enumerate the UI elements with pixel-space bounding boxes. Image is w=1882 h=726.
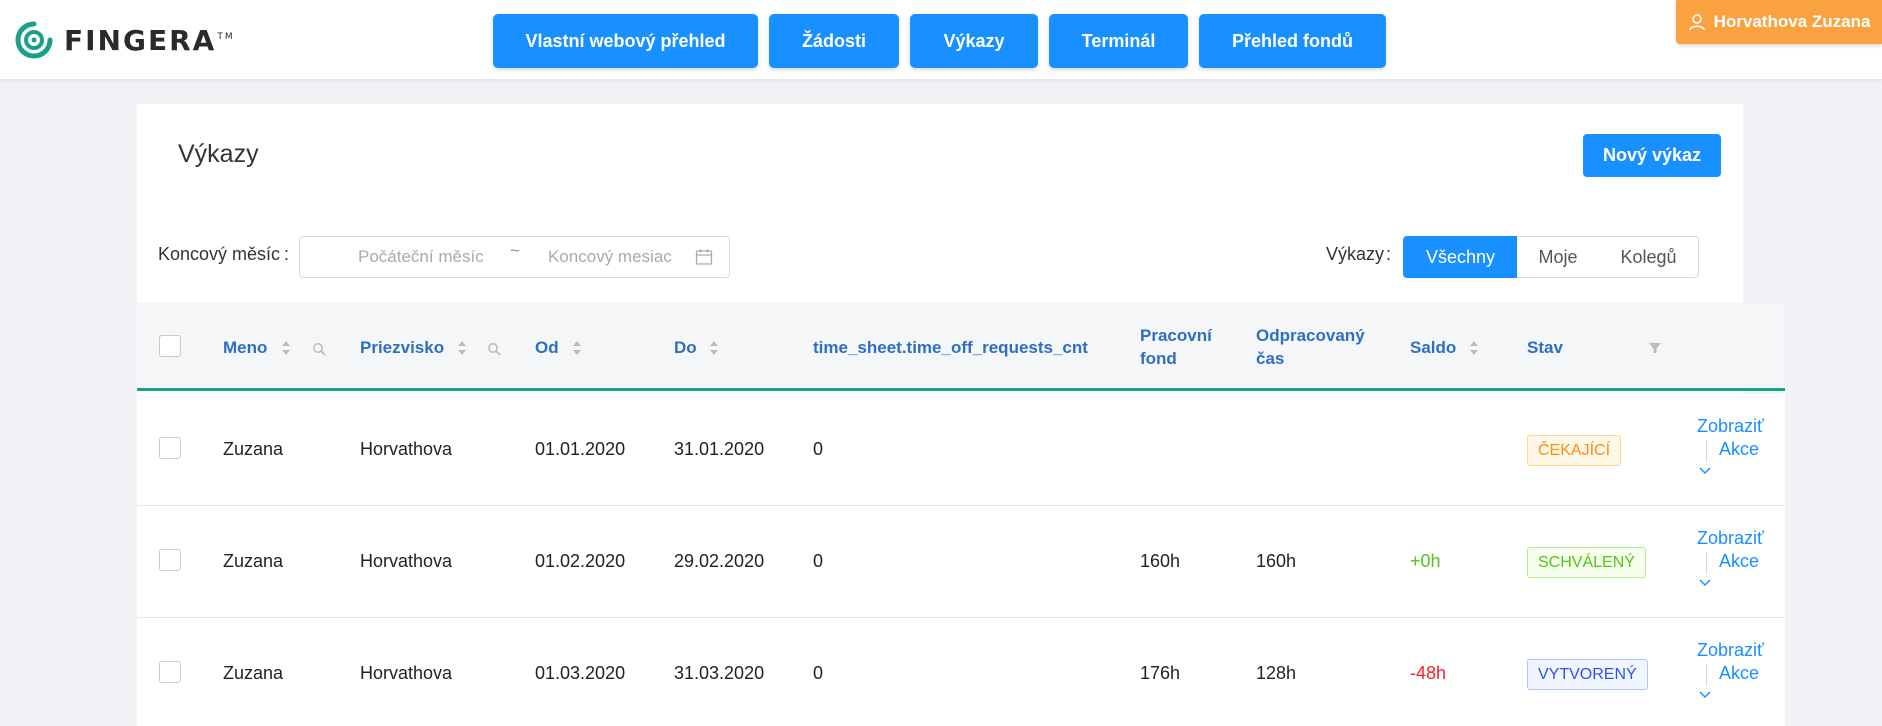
show-link[interactable]: Zobraziť [1697,528,1764,549]
chevron-down-icon[interactable] [1699,691,1711,699]
cell-fond: 160h [1140,551,1181,571]
cell-do: 29.02.2020 [674,551,765,571]
user-name: Horvathova Zuzana [1713,12,1871,31]
cell-priezvisko: Horvathova [360,439,453,459]
cell-requests: 0 [813,439,824,459]
fingera-logo-icon [15,21,53,59]
filter-icon[interactable] [1648,341,1662,355]
sort-icon[interactable] [281,339,291,357]
col-meno[interactable]: Meno [223,336,267,359]
action-divider [1706,440,1707,462]
search-icon[interactable] [312,342,326,356]
sort-icon[interactable] [1469,339,1479,357]
top-header: FINGERATM Vlastní webový přehled Žádosti… [0,0,1882,80]
end-month-label: Koncový měsíc: [158,244,290,264]
segment-moje[interactable]: Moje [1517,236,1600,278]
cell-meno: Zuzana [223,663,284,683]
show-link[interactable]: Zobraziť [1697,416,1764,437]
start-month-input[interactable]: Počáteční měsíc [358,247,484,267]
vykazy-filter-label: Výkazy: [1326,244,1392,264]
nav-vykazy[interactable]: Výkazy [910,14,1038,68]
actions-dropdown[interactable]: Akce [1719,663,1759,684]
user-menu-button[interactable]: Horvathova Zuzana [1676,0,1882,44]
show-link[interactable]: Zobraziť [1697,640,1764,661]
cell-priezvisko: Horvathova [360,551,453,571]
cell-cas: 160h [1256,551,1297,571]
cell-do: 31.01.2020 [674,439,765,459]
actions-dropdown[interactable]: Akce [1719,439,1759,460]
action-divider [1706,664,1707,686]
sort-icon[interactable] [572,339,582,357]
logo[interactable]: FINGERATM [14,21,235,59]
nav-terminal[interactable]: Terminál [1049,14,1188,68]
cell-requests: 0 [813,551,824,571]
month-range-picker[interactable]: Počáteční měsíc ~ Koncový mesiac [299,236,730,278]
cell-od: 01.01.2020 [535,439,626,459]
page-title: Výkazy [178,140,259,168]
search-icon[interactable] [487,342,501,356]
sort-icon[interactable] [709,339,719,357]
status-badge: ČEKAJÍCÍ [1527,435,1622,466]
col-odpracovany-cas: Odpracovaný čas [1256,326,1365,368]
chevron-down-icon[interactable] [1699,467,1711,475]
nav-vlastni-prehled[interactable]: Vlastní webový přehled [493,14,758,68]
row-checkbox[interactable] [159,661,181,683]
segment-vsechny[interactable]: Všechny [1403,236,1518,278]
table-row: Zuzana Horvathova 01.01.2020 31.01.2020 … [137,394,1785,506]
action-divider [1706,552,1707,574]
cell-od: 01.03.2020 [535,663,626,683]
col-do[interactable]: Do [674,336,697,359]
cell-fond: 176h [1140,663,1181,683]
sort-icon[interactable] [457,339,467,357]
col-saldo[interactable]: Saldo [1410,336,1456,359]
status-badge: SCHVÁLENÝ [1527,547,1646,578]
row-checkbox[interactable] [159,437,181,459]
cell-saldo: -48h [1410,663,1447,683]
actions-dropdown[interactable]: Akce [1719,551,1759,572]
cell-meno: Zuzana [223,439,284,459]
select-all-checkbox[interactable] [159,335,181,357]
new-timesheet-button[interactable]: Nový výkaz [1583,134,1721,177]
logo-text: FINGERATM [64,23,235,57]
col-priezvisko[interactable]: Priezvisko [360,336,444,359]
cell-priezvisko: Horvathova [360,663,453,683]
col-stav: Stav [1527,338,1563,357]
col-pracovni-fond: Pracovní fond [1140,326,1212,368]
cell-requests: 0 [813,663,824,683]
cell-do: 31.03.2020 [674,663,765,683]
col-time-off-requests: time_sheet.time_off_requests_cnt [813,338,1088,357]
status-badge: VYTVORENÝ [1527,659,1648,690]
table-header: Meno Priezvisko Od Do time_sheet.time_of… [137,303,1785,391]
cell-meno: Zuzana [223,551,284,571]
cell-od: 01.02.2020 [535,551,626,571]
table-row: Zuzana Horvathova 01.03.2020 31.03.2020 … [137,618,1785,726]
segment-kolegu[interactable]: Kolegů [1599,236,1699,278]
range-separator: ~ [510,241,520,260]
end-month-input[interactable]: Koncový mesiac [548,247,672,267]
col-od[interactable]: Od [535,336,559,359]
chevron-down-icon[interactable] [1699,579,1711,587]
nav-prehled-fondu[interactable]: Přehled fondů [1199,14,1386,68]
cell-saldo: +0h [1410,551,1441,571]
nav-zadosti[interactable]: Žádosti [769,14,899,68]
row-checkbox[interactable] [159,549,181,571]
calendar-icon [695,249,713,265]
table-row: Zuzana Horvathova 01.02.2020 29.02.2020 … [137,506,1785,618]
cell-cas: 128h [1256,663,1297,683]
user-icon [1688,14,1705,31]
